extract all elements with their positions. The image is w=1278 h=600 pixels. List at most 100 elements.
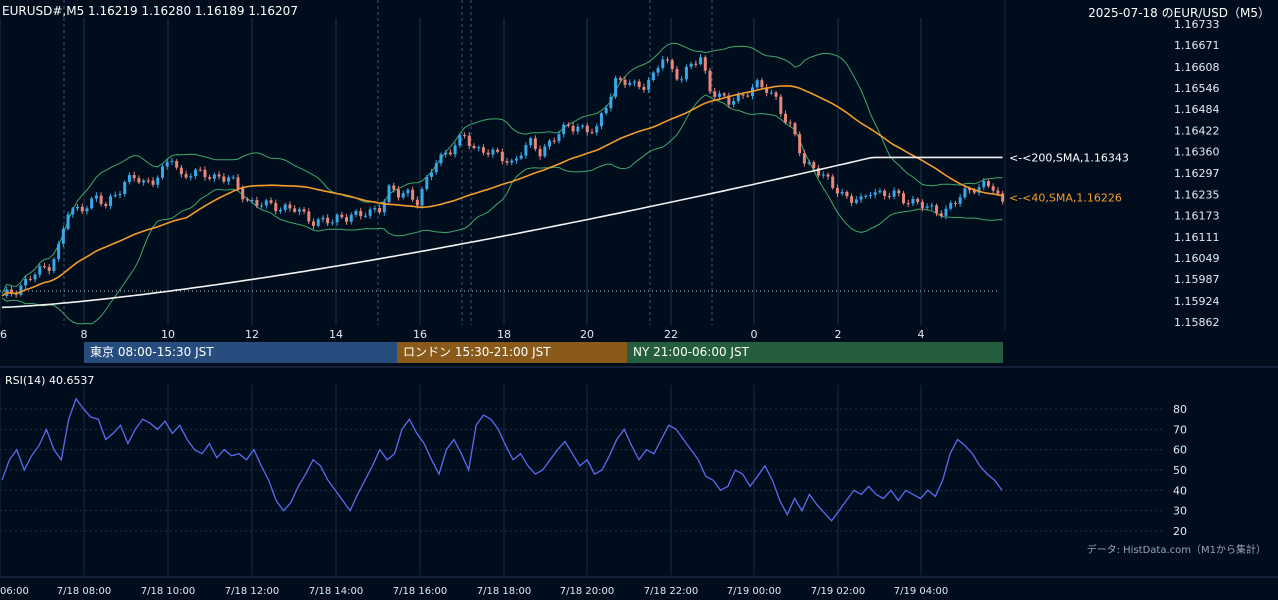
candle-body: [741, 94, 745, 96]
candle-body: [448, 152, 452, 155]
candle-body: [179, 167, 183, 175]
candle-body: [614, 78, 618, 97]
session-ny: NY 21:00-06:00 JST: [627, 342, 1003, 363]
chart-canvas: <-<200,SMA,1.16343 <-<40,SMA,1.16226 1.16…: [0, 0, 1278, 597]
candle-body: [906, 203, 910, 205]
sma200-line: [1, 156, 1003, 309]
candle-body: [831, 176, 835, 188]
candle-body: [953, 202, 957, 204]
candle-body: [156, 177, 160, 185]
candle-body: [481, 147, 485, 153]
candle-body: [52, 259, 56, 271]
candle-body: [330, 222, 334, 224]
candle-body: [666, 59, 670, 61]
bottom-time-label: 7/19 02:00: [811, 586, 865, 597]
chart-title: 2025-07-18 のEUR/USD（M5）: [1088, 6, 1270, 20]
candle-body: [689, 63, 693, 67]
candlesticks: [5, 54, 1005, 299]
candle-body: [840, 191, 844, 194]
candle-body: [118, 194, 122, 196]
candle-body: [24, 278, 28, 286]
candle-body: [42, 266, 46, 268]
candle-body: [935, 205, 939, 214]
candle-body: [420, 189, 424, 206]
candle-body: [850, 196, 854, 203]
candle-body: [368, 209, 372, 216]
rsi-tick-label: 20: [1173, 525, 1187, 538]
candle-body: [283, 204, 287, 210]
rsi-line: [1, 397, 1003, 522]
price-tick-label: 1.16671: [1174, 39, 1220, 52]
candle-body: [779, 96, 783, 114]
candle-body: [132, 174, 136, 179]
rsi-tick-label: 70: [1173, 423, 1187, 436]
candle-body: [958, 197, 962, 204]
rsi-tick-label: 60: [1173, 444, 1187, 457]
bollinger-upper: [1, 42, 1003, 295]
candle-body: [245, 199, 249, 201]
candle-body: [835, 187, 839, 194]
candle-body: [227, 177, 231, 182]
candle-body: [769, 92, 773, 94]
candle-body: [529, 138, 533, 146]
candle-body: [496, 149, 500, 152]
candle-body: [595, 126, 599, 133]
price-tick-label: 1.16297: [1174, 167, 1220, 180]
candle-body: [566, 124, 570, 126]
candle-body: [576, 126, 580, 132]
candle-body: [57, 243, 61, 260]
candle-body: [774, 92, 778, 97]
candle-body: [642, 86, 646, 90]
candle-body: [222, 176, 226, 182]
bottom-time-label: 7/18 18:00: [477, 586, 531, 597]
candle-body: [278, 209, 282, 212]
bottom-time-label: 7/18 22:00: [644, 586, 698, 597]
candle-body: [387, 185, 391, 203]
candle-body: [491, 149, 495, 155]
candle-body: [316, 219, 320, 226]
price-tick-label: 1.16111: [1174, 231, 1220, 244]
time-tick-label: 6: [0, 328, 7, 341]
candle-body: [349, 214, 353, 222]
candle-body: [66, 214, 70, 229]
candle-body: [104, 203, 108, 206]
candle-body: [684, 66, 688, 80]
candle-body: [439, 154, 443, 164]
candle-body: [430, 172, 434, 177]
time-tick-label: 2: [835, 328, 842, 341]
candle-body: [883, 190, 887, 197]
candle-body: [80, 206, 84, 212]
candle-body: [713, 91, 717, 97]
candle-body: [873, 192, 877, 195]
price-tick-label: 1.15924: [1174, 295, 1220, 308]
candle-body: [609, 96, 613, 109]
candle-body: [755, 80, 759, 88]
candle-body: [184, 174, 188, 178]
session-tokyo: 東京 08:00-15:30 JST: [84, 342, 397, 363]
sma40-line: [1, 85, 1003, 297]
price-tick-label: 1.15987: [1174, 273, 1220, 286]
candle-body: [396, 189, 400, 198]
candle-body: [788, 122, 792, 124]
candle-body: [864, 195, 868, 197]
candle-body: [113, 195, 117, 197]
candle-body: [878, 190, 882, 193]
sma40-annotation: <-<40,SMA,1.16226: [1009, 191, 1122, 204]
candle-body: [746, 95, 750, 97]
time-tick-label: 0: [751, 328, 758, 341]
candle-body: [656, 68, 660, 73]
candle-body: [571, 125, 575, 132]
candle-body: [302, 209, 306, 212]
candle-body: [647, 80, 651, 90]
candle-body: [812, 162, 816, 169]
time-tick-label: 20: [580, 328, 594, 341]
candle-body: [71, 208, 75, 215]
candle-body: [623, 79, 627, 85]
candle-body: [514, 158, 518, 161]
time-tick-label: 12: [245, 328, 259, 341]
candle-body: [151, 180, 155, 185]
rsi-tick-label: 80: [1173, 403, 1187, 416]
candle-body: [699, 57, 703, 65]
price-tick-label: 1.16484: [1174, 103, 1220, 116]
price-tick-label: 1.16360: [1174, 146, 1220, 159]
